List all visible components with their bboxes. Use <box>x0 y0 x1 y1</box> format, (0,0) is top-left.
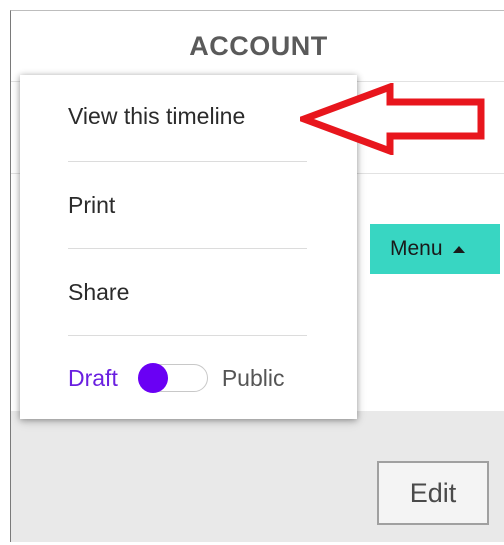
visibility-toggle-row: Draft Public <box>68 362 285 394</box>
menu-item-view-timeline[interactable]: View this timeline <box>68 103 245 130</box>
caret-up-icon <box>452 245 465 253</box>
visibility-toggle[interactable] <box>137 363 208 393</box>
footer-bar: Edit <box>11 411 504 542</box>
menu-divider <box>68 248 307 249</box>
menu-divider <box>68 335 307 336</box>
menu-button[interactable]: Menu <box>370 224 500 274</box>
toggle-knob <box>137 363 168 393</box>
draft-label: Draft <box>68 364 118 391</box>
edit-button[interactable]: Edit <box>377 461 489 525</box>
menu-item-share[interactable]: Share <box>68 279 129 306</box>
public-label: Public <box>221 364 285 391</box>
menu-divider <box>68 161 307 162</box>
red-arrow-icon <box>300 83 485 155</box>
page-title: ACCOUNT <box>189 30 328 61</box>
menu-button-label: Menu <box>390 237 443 260</box>
menu-item-print[interactable]: Print <box>68 192 115 219</box>
